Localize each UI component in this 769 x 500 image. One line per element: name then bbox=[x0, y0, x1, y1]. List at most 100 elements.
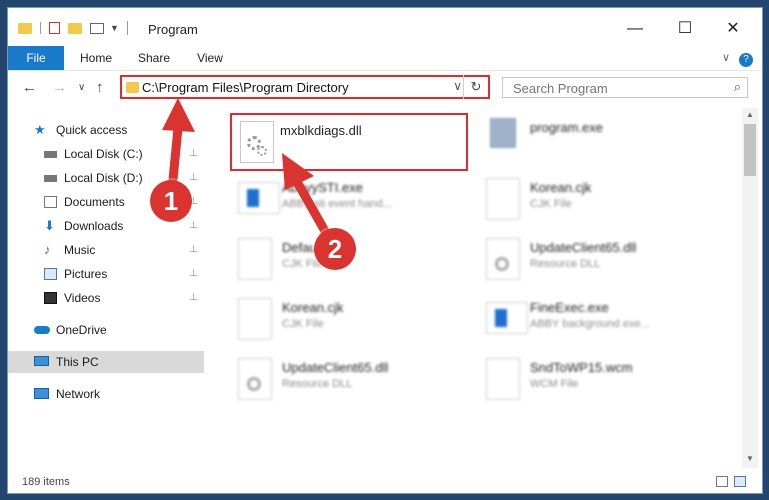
forward-button[interactable]: → bbox=[52, 79, 67, 96]
vertical-scrollbar[interactable]: ▲ ▼ bbox=[742, 108, 758, 468]
file-name: mxblkdiags.dll bbox=[280, 123, 362, 138]
file-item[interactable]: program.exe bbox=[482, 114, 722, 166]
tab-view[interactable]: View bbox=[188, 46, 232, 70]
downloads-icon: ⬇ bbox=[44, 218, 55, 233]
sidebar-item-label: This PC bbox=[56, 355, 99, 369]
maximize-button[interactable]: ☐ bbox=[662, 16, 708, 42]
tab-home[interactable]: Home bbox=[74, 46, 118, 70]
refresh-button[interactable]: ↻ bbox=[463, 75, 488, 99]
folder-icon[interactable] bbox=[18, 22, 32, 34]
sidebar-item-videos[interactable]: Videos ⊥ bbox=[8, 287, 204, 309]
sidebar-item-local-disk-c[interactable]: Local Disk (C:) ⊥ bbox=[8, 143, 204, 165]
file-name: FineExec.exe bbox=[530, 300, 609, 315]
separator-icon bbox=[126, 21, 128, 35]
file-icon bbox=[486, 358, 520, 400]
scroll-down-icon[interactable]: ▼ bbox=[746, 454, 754, 463]
file-item[interactable]: SndToWP15.wcm WCM File bbox=[482, 354, 722, 406]
chevron-down-icon[interactable]: ▼ bbox=[110, 23, 119, 33]
file-item[interactable]: UpdateClient65.dll Resource DLL bbox=[234, 354, 474, 406]
help-icon[interactable]: ? bbox=[738, 46, 754, 70]
search-box[interactable]: ⌕ bbox=[502, 77, 748, 98]
pin-icon: ⊥ bbox=[189, 172, 198, 183]
drive-icon bbox=[44, 175, 57, 182]
star-icon: ★ bbox=[34, 122, 46, 137]
exe-icon bbox=[486, 302, 528, 334]
title-bar: ▼ Program — ☐ ✕ bbox=[8, 8, 762, 44]
address-path[interactable]: C:\Program Files\Program Directory bbox=[142, 80, 349, 95]
file-type: WCM File bbox=[530, 378, 579, 390]
customize-icon[interactable] bbox=[90, 22, 104, 34]
pin-icon: ⊥ bbox=[189, 292, 198, 303]
videos-icon bbox=[44, 292, 57, 304]
file-type: CJK File bbox=[530, 198, 572, 210]
explorer-window: ▼ Program — ☐ ✕ File Home Share View ∨ ?… bbox=[7, 7, 763, 494]
computer-icon bbox=[34, 356, 49, 366]
drive-icon bbox=[44, 151, 57, 158]
file-type: ABBY background exe... bbox=[530, 318, 650, 330]
file-name: UpdateClient65.dll bbox=[530, 240, 637, 255]
up-button[interactable]: ↑ bbox=[96, 79, 104, 96]
exe-icon bbox=[490, 118, 516, 148]
sidebar-item-label: Local Disk (D:) bbox=[64, 171, 143, 185]
file-icon bbox=[486, 178, 520, 220]
file-name: program.exe bbox=[530, 120, 603, 135]
address-bar[interactable]: C:\Program Files\Program Directory ∨ ↻ bbox=[120, 75, 490, 99]
navigation-bar: ← → ∨ ↑ C:\Program Files\Program Directo… bbox=[8, 71, 762, 105]
tab-file[interactable]: File bbox=[8, 46, 64, 70]
file-item[interactable]: FineExec.exe ABBY background exe... bbox=[482, 294, 722, 346]
file-icon bbox=[238, 298, 272, 340]
sidebar-item-label: Local Disk (C:) bbox=[64, 147, 143, 161]
folder-icon bbox=[126, 82, 139, 93]
scroll-up-icon[interactable]: ▲ bbox=[746, 110, 754, 119]
sidebar-item-label: Quick access bbox=[56, 123, 128, 137]
ribbon-tabs: File Home Share View ∨ ? bbox=[8, 46, 762, 71]
close-button[interactable]: ✕ bbox=[710, 16, 756, 42]
file-type: Resource DLL bbox=[530, 258, 601, 270]
details-view-icon[interactable] bbox=[716, 476, 728, 487]
minimize-button[interactable]: — bbox=[612, 16, 658, 42]
music-icon: ♪ bbox=[44, 242, 51, 257]
recent-locations-button[interactable]: ∨ bbox=[78, 82, 85, 93]
documents-icon bbox=[44, 196, 57, 208]
file-item[interactable]: Korean.cjk CJK File bbox=[482, 174, 722, 226]
sidebar-item-onedrive[interactable]: OneDrive bbox=[8, 319, 204, 341]
sidebar-item-label: Pictures bbox=[64, 267, 108, 281]
file-item[interactable]: Korean.cjk CJK File bbox=[234, 294, 474, 346]
address-dropdown-button[interactable]: ∨ bbox=[453, 79, 462, 93]
highlighted-file-item[interactable]: mxblkdiags.dll bbox=[230, 113, 468, 171]
separator-icon bbox=[40, 22, 41, 34]
pin-icon: ⊥ bbox=[189, 148, 198, 159]
quick-access-toolbar: ▼ bbox=[18, 20, 128, 36]
exe-icon bbox=[238, 182, 280, 214]
search-icon[interactable]: ⌕ bbox=[734, 79, 741, 95]
sidebar-item-this-pc[interactable]: This PC bbox=[8, 351, 204, 373]
window-title: Program bbox=[148, 22, 198, 37]
properties-icon[interactable] bbox=[49, 22, 60, 34]
sidebar-item-quick-access[interactable]: ★ Quick access bbox=[8, 119, 204, 141]
file-item[interactable]: UpdateClient65.dll Resource DLL bbox=[482, 234, 722, 286]
file-icon bbox=[238, 238, 272, 280]
step-1-badge: 1 bbox=[150, 180, 192, 222]
network-icon bbox=[34, 388, 49, 399]
large-icons-view-icon[interactable] bbox=[734, 476, 746, 487]
tab-share[interactable]: Share bbox=[132, 46, 176, 70]
file-name: Korean.cjk bbox=[282, 300, 344, 315]
onedrive-icon bbox=[34, 326, 50, 334]
sidebar-item-label: Videos bbox=[64, 291, 101, 305]
scrollbar-thumb[interactable] bbox=[744, 124, 756, 176]
back-button[interactable]: ← bbox=[22, 79, 37, 96]
sidebar-item-music[interactable]: ♪ Music ⊥ bbox=[8, 239, 204, 261]
sidebar-item-pictures[interactable]: Pictures ⊥ bbox=[8, 263, 204, 285]
sidebar-item-network[interactable]: Network bbox=[8, 383, 204, 405]
gear-icon bbox=[257, 146, 267, 156]
file-item[interactable]: AbbyySTI.exe ABBY sti event hand... bbox=[234, 174, 474, 226]
navigation-pane: ★ Quick access Local Disk (C:) ⊥ Local D… bbox=[8, 113, 204, 463]
file-type: ABBY sti event hand... bbox=[282, 198, 392, 210]
file-name: UpdateClient65.dll bbox=[282, 360, 389, 375]
search-input[interactable] bbox=[511, 80, 715, 97]
file-name: Korean.cjk bbox=[530, 180, 592, 195]
dll-icon bbox=[238, 358, 272, 400]
new-folder-icon[interactable] bbox=[68, 22, 82, 34]
sidebar-item-label: Music bbox=[64, 243, 96, 257]
ribbon-expand-button[interactable]: ∨ bbox=[718, 46, 734, 70]
